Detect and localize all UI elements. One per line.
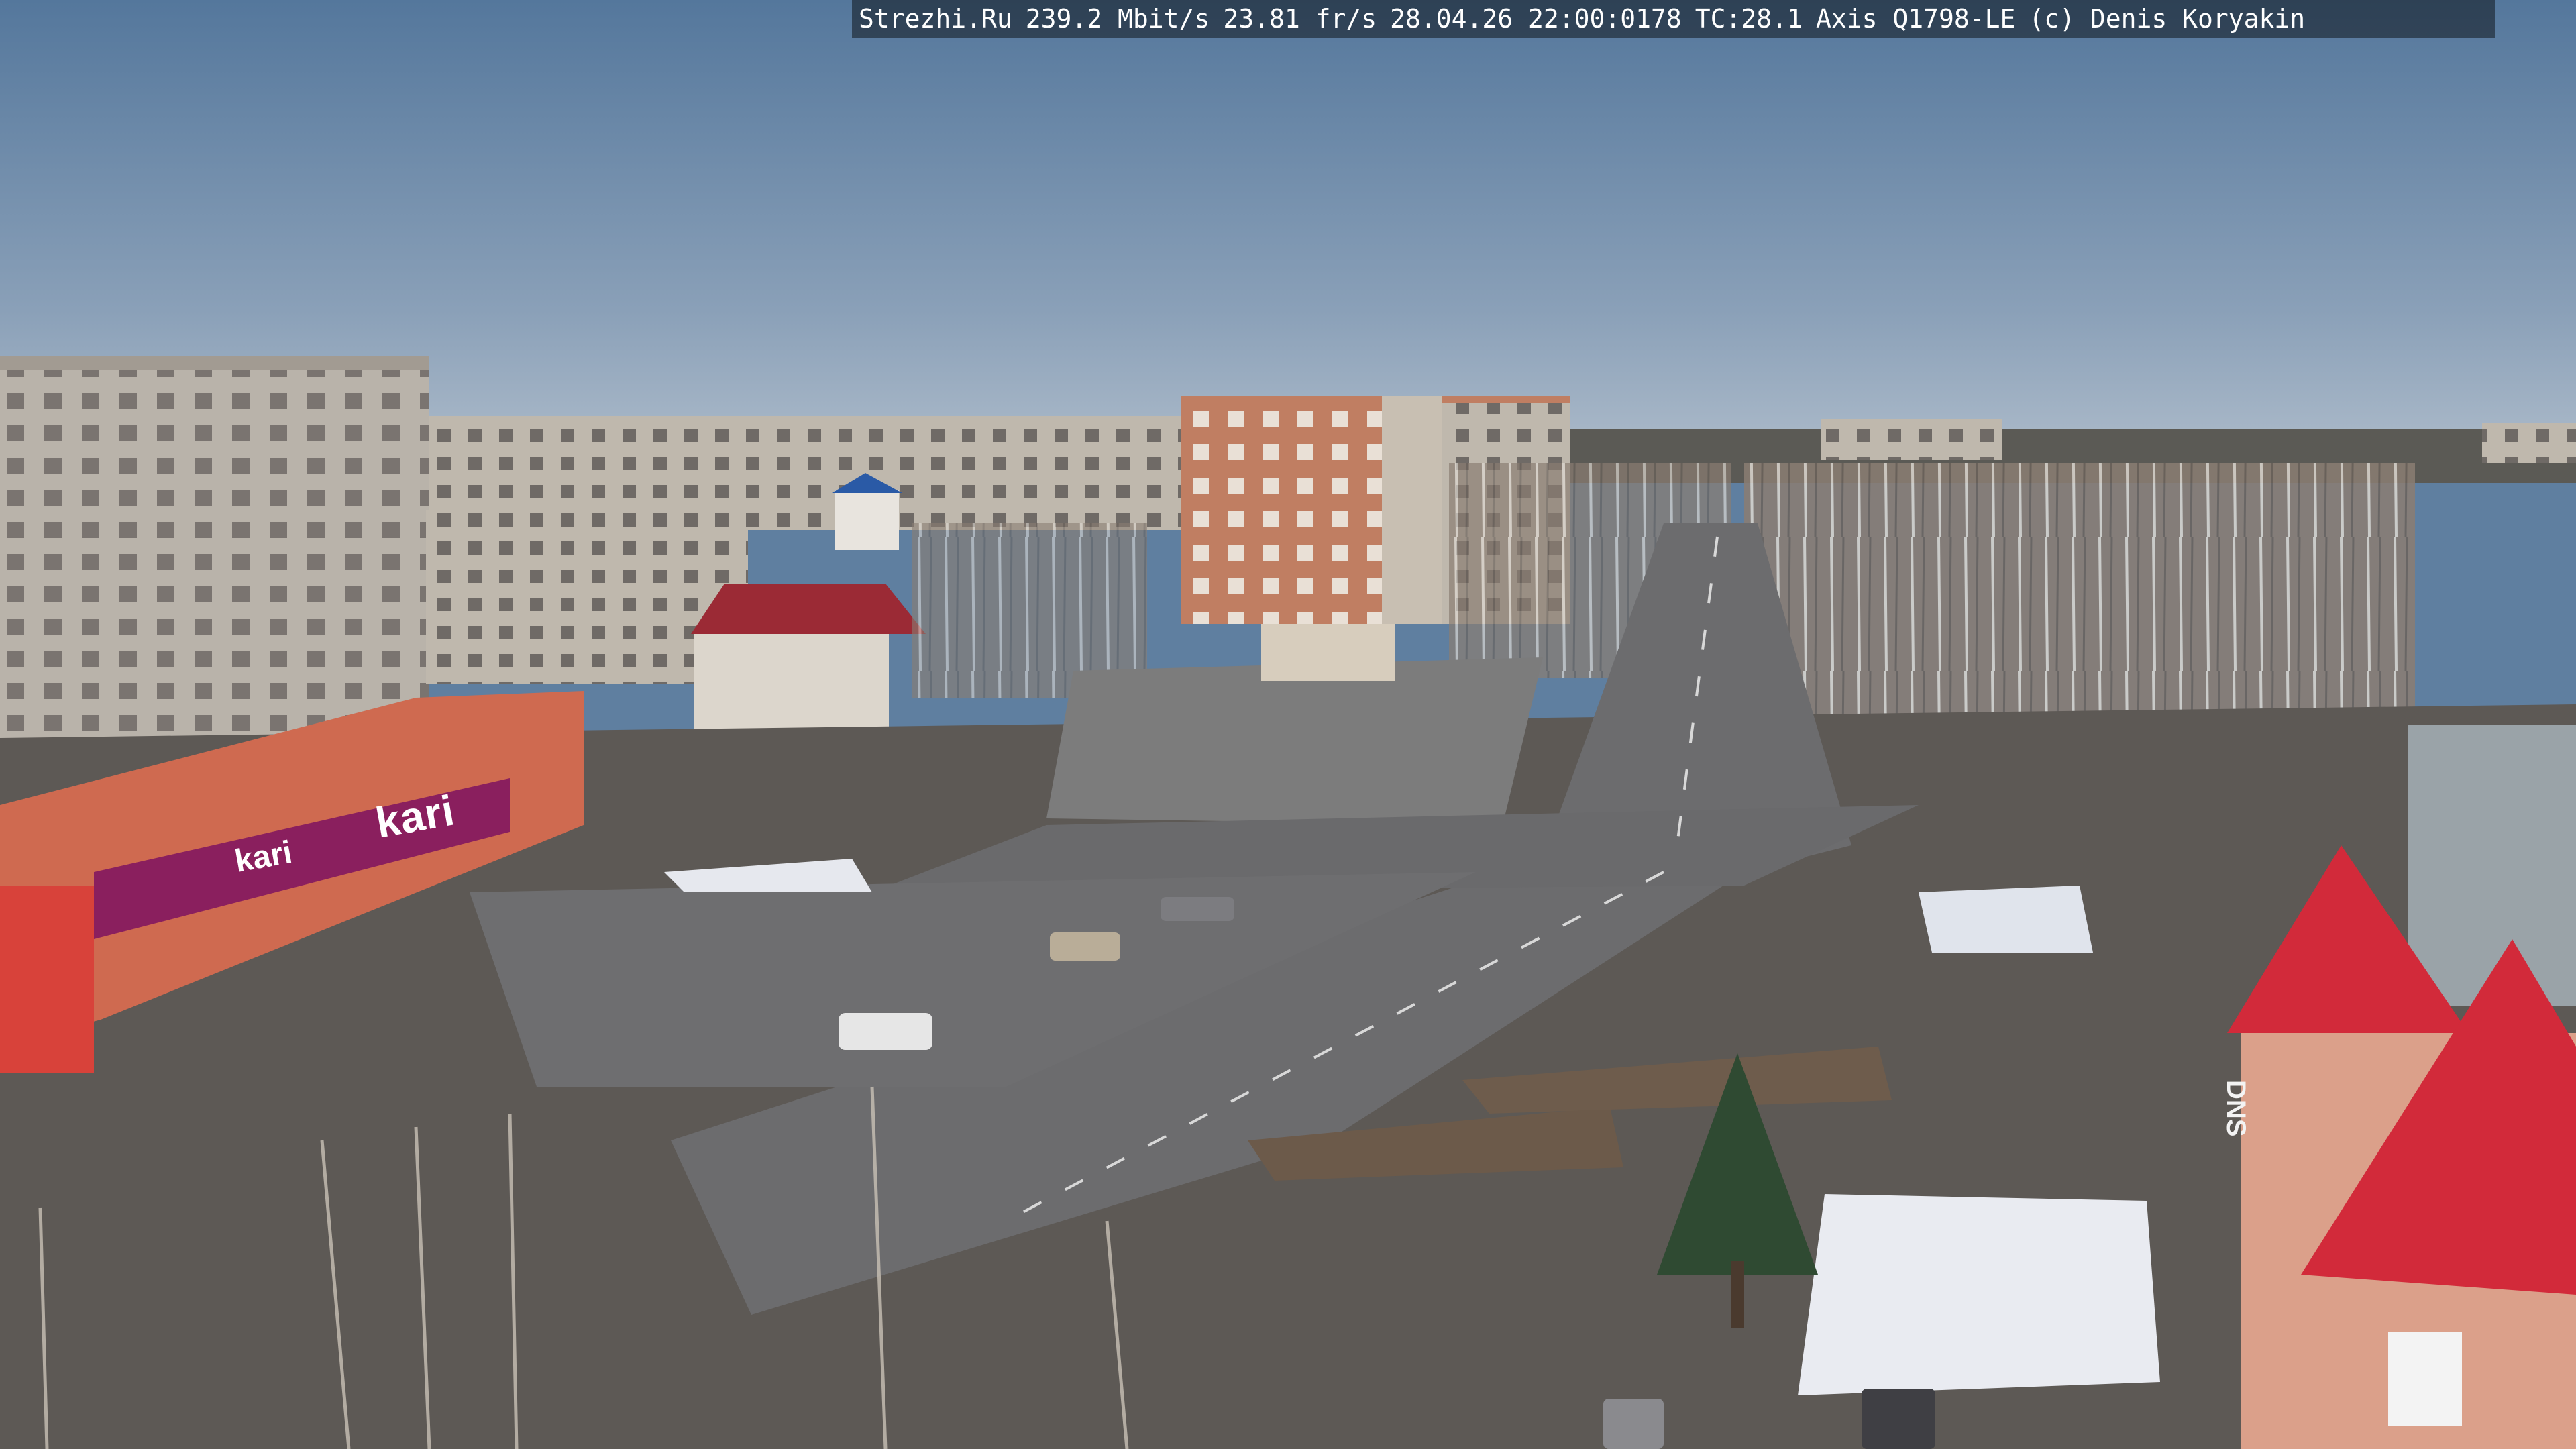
gray-building-right (2408, 724, 2576, 1006)
far-building-right (1821, 419, 2002, 460)
blue-roof-tower (835, 490, 899, 550)
tc-value: TC:28.1 (1695, 4, 1803, 34)
car-white-suv (839, 1013, 932, 1050)
plaza (1046, 657, 1543, 825)
snow-patch-right (1798, 1194, 2160, 1395)
webcam-scene (0, 0, 2576, 1449)
camera-model: Axis Q1798-LE (1815, 4, 2016, 34)
bitrate: 239.2 Mbit/s (1025, 4, 1210, 34)
far-building-edge (2482, 423, 2576, 463)
car-beige (1050, 932, 1120, 961)
snow-patch-far-right (1919, 885, 2093, 953)
camera-info-overlay: Strezhi.Ru 239.2 Mbit/s 23.81 fr/s 28.04.26… (852, 0, 2496, 38)
timestamp: 28.04.26 22:00:0178 (1390, 4, 1682, 34)
site-name: Strezhi.Ru (859, 4, 1012, 34)
car-bottom-1 (1603, 1399, 1664, 1449)
framerate: 23.81 fr/s (1223, 4, 1377, 34)
car-sedan (1161, 897, 1234, 921)
copyright: (c) Denis Koryakin (2029, 4, 2306, 34)
small-pavilion (1261, 624, 1395, 681)
car-bottom-2 (1862, 1389, 1935, 1449)
dns-store-sign: DNS (2221, 1080, 2251, 1137)
